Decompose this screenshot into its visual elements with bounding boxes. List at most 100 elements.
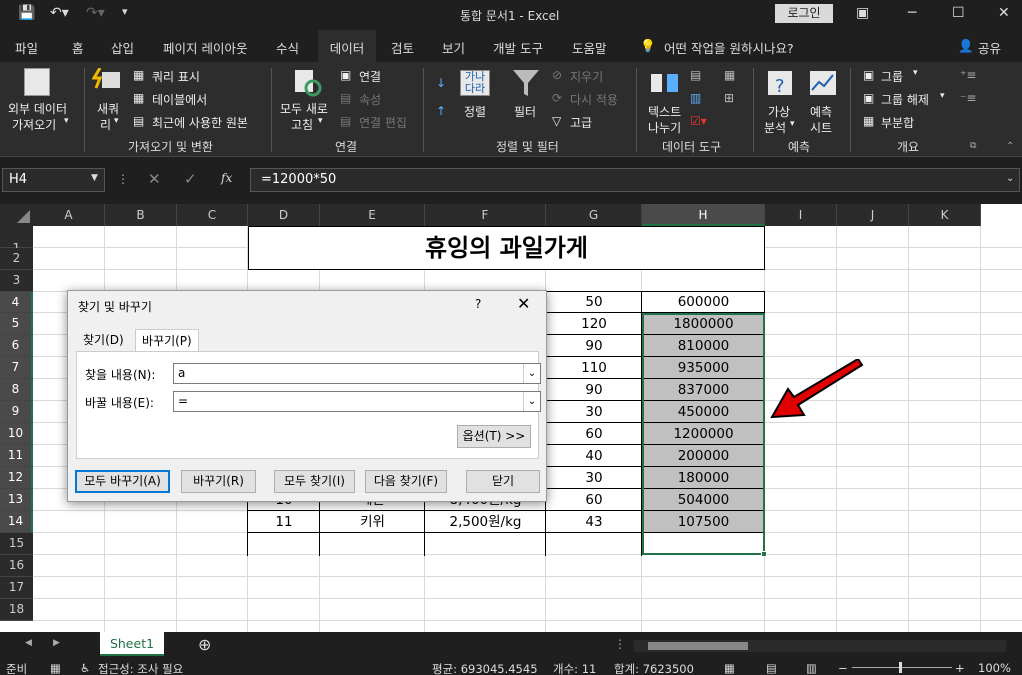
accessibility-icon[interactable]: ♿ (80, 661, 90, 675)
column-header[interactable]: B (105, 204, 177, 226)
minimize-icon[interactable]: ─ (908, 5, 916, 21)
name-box-dropdown-icon[interactable]: ▼ (91, 173, 98, 183)
redo-icon[interactable]: ↷▾ (86, 5, 105, 21)
what-if-label[interactable]: 가상 (768, 103, 790, 120)
row-header[interactable]: 6 (0, 335, 33, 357)
table-cell[interactable]: 키위 (320, 511, 425, 533)
data-validation-icon[interactable]: ☑▾ (690, 114, 707, 128)
scrollbar-thumb[interactable] (648, 642, 748, 650)
hide-detail-icon[interactable]: ⁻≡ (960, 91, 976, 105)
filter-button[interactable]: 필터 (514, 103, 536, 120)
row-header[interactable]: 7 (0, 357, 33, 379)
replace-all-button[interactable]: 모두 바꾸기(A) (75, 470, 170, 493)
row-header[interactable]: 10 (0, 423, 33, 445)
tab-review[interactable]: 검토 (391, 38, 414, 57)
sort-icon[interactable]: 가나 다라 (460, 70, 490, 96)
qty-cell[interactable]: 30 (546, 401, 642, 423)
column-header[interactable]: J (837, 204, 909, 226)
tab-page-layout[interactable]: 페이지 레이아웃 (163, 38, 247, 57)
undo-icon[interactable]: ↶▾ (50, 5, 69, 21)
sort-desc-icon[interactable]: ↑ (436, 104, 446, 118)
name-box[interactable]: H4 (2, 168, 105, 192)
table-cell[interactable]: 2,500원/kg (425, 511, 546, 533)
column-header[interactable]: E (320, 204, 425, 226)
page-layout-icon[interactable]: ▤ (766, 661, 777, 675)
replace-button[interactable]: 바꾸기(R) (181, 470, 256, 493)
formula-input[interactable]: =12000*50 (250, 168, 1020, 192)
page-break-icon[interactable]: ▥ (806, 661, 817, 675)
share-button[interactable]: 공유 (978, 38, 1001, 57)
forecast-label[interactable]: 예측 (810, 103, 832, 120)
zoom-out-icon[interactable]: − (838, 661, 848, 675)
from-table-button[interactable]: 테이블에서 (152, 91, 207, 108)
tab-help[interactable]: 도움말 (572, 38, 607, 57)
login-button[interactable]: 로그인 (775, 4, 833, 23)
group-button[interactable]: 그룹 (881, 68, 903, 85)
relationships-icon[interactable]: ⊞ (724, 91, 734, 105)
zoom-slider-thumb[interactable] (899, 662, 902, 673)
show-query-button[interactable]: 쿼리 표시 (152, 68, 200, 85)
forecast-sheet-icon[interactable] (809, 70, 837, 98)
select-all-corner[interactable] (0, 204, 33, 226)
tab-replace[interactable]: 바꾸기(P) (135, 329, 199, 352)
ungroup-button[interactable]: 그룹 해제 (881, 91, 929, 108)
row-header[interactable]: 1 (0, 226, 33, 255)
replace-input-value[interactable]: = (178, 394, 188, 408)
zoom-slider[interactable] (852, 667, 952, 668)
column-header[interactable]: A (33, 204, 105, 226)
replace-dropdown-icon[interactable]: ⌄ (523, 392, 540, 411)
row-header[interactable]: 2 (0, 248, 33, 270)
macro-record-icon[interactable]: ▦ (50, 661, 61, 675)
column-header[interactable]: H (642, 204, 765, 226)
find-replace-dialog[interactable]: 찾기 및 바꾸기 ? ✕ 찾기(D) 바꾸기(P) 찾을 내용(N): a ⌄ … (67, 290, 547, 502)
tab-formulas[interactable]: 수식 (276, 38, 299, 57)
find-all-button[interactable]: 모두 찾기(I) (274, 470, 355, 493)
close-window-icon[interactable]: ✕ (998, 5, 1010, 21)
prev-sheet-icon[interactable]: ◀ (25, 638, 32, 648)
row-header[interactable]: 15 (0, 533, 33, 555)
row-header[interactable]: 16 (0, 555, 33, 577)
forecast-label2[interactable]: 시트 (810, 119, 832, 136)
column-header[interactable]: K (909, 204, 981, 226)
recent-sources-button[interactable]: 최근에 사용한 원본 (152, 114, 248, 131)
tab-find[interactable]: 찾기(D) (83, 331, 124, 348)
replace-input[interactable]: = ⌄ (173, 391, 541, 412)
collapse-ribbon-icon[interactable]: ⌃ (1006, 141, 1014, 152)
tab-insert[interactable]: 삽입 (111, 38, 134, 57)
expand-formula-icon[interactable]: ⌄ (1006, 173, 1014, 184)
tab-file[interactable]: 파일 (15, 38, 38, 57)
refresh-all-icon[interactable] (293, 68, 323, 98)
column-header[interactable]: F (425, 204, 546, 226)
normal-view-icon[interactable]: ▦ (724, 661, 735, 675)
tab-data[interactable]: 데이터 (318, 30, 376, 62)
qty-cell[interactable]: 50 (546, 292, 642, 313)
qty-cell[interactable]: 90 (546, 379, 642, 401)
filter-icon[interactable] (511, 68, 541, 98)
sheet-tab-sheet1[interactable]: Sheet1 (100, 632, 164, 656)
cancel-icon[interactable]: ✕ (148, 170, 161, 188)
sheet-title-cell[interactable]: 휴잉의 과일가게 (248, 226, 765, 270)
new-query-label[interactable]: 새쿼 (97, 100, 119, 117)
table-cell[interactable]: 11 (248, 511, 320, 533)
row-header[interactable]: 13 (0, 489, 33, 511)
tab-developer[interactable]: 개발 도구 (493, 38, 543, 57)
reapply-button[interactable]: 다시 적용 (570, 91, 618, 108)
save-icon[interactable]: 💾 (18, 5, 35, 21)
dialog-close-icon[interactable]: ✕ (517, 294, 530, 313)
fill-handle[interactable] (761, 551, 767, 557)
row-header[interactable]: 9 (0, 401, 33, 423)
tell-me-search[interactable]: 어떤 작업을 원하시나요? (664, 38, 794, 57)
consolidate-icon[interactable]: ▦ (724, 68, 735, 82)
text-to-columns-label2[interactable]: 나누기 (648, 119, 681, 136)
text-to-columns-label[interactable]: 텍스트 (648, 103, 681, 120)
row-header[interactable]: 14 (0, 511, 33, 533)
row-header[interactable]: 11 (0, 445, 33, 467)
ribbon-display-icon[interactable]: ▣ (856, 5, 869, 21)
options-button[interactable]: 옵션(T) >> (457, 425, 531, 448)
external-data-label[interactable]: 외부 데이터 (8, 100, 67, 117)
remove-duplicates-icon[interactable]: ▥ (690, 91, 701, 105)
qty-cell[interactable]: 120 (546, 313, 642, 335)
row-header[interactable]: 5 (0, 313, 33, 335)
external-data-icon[interactable] (24, 68, 50, 96)
tab-home[interactable]: 홈 (72, 38, 84, 57)
